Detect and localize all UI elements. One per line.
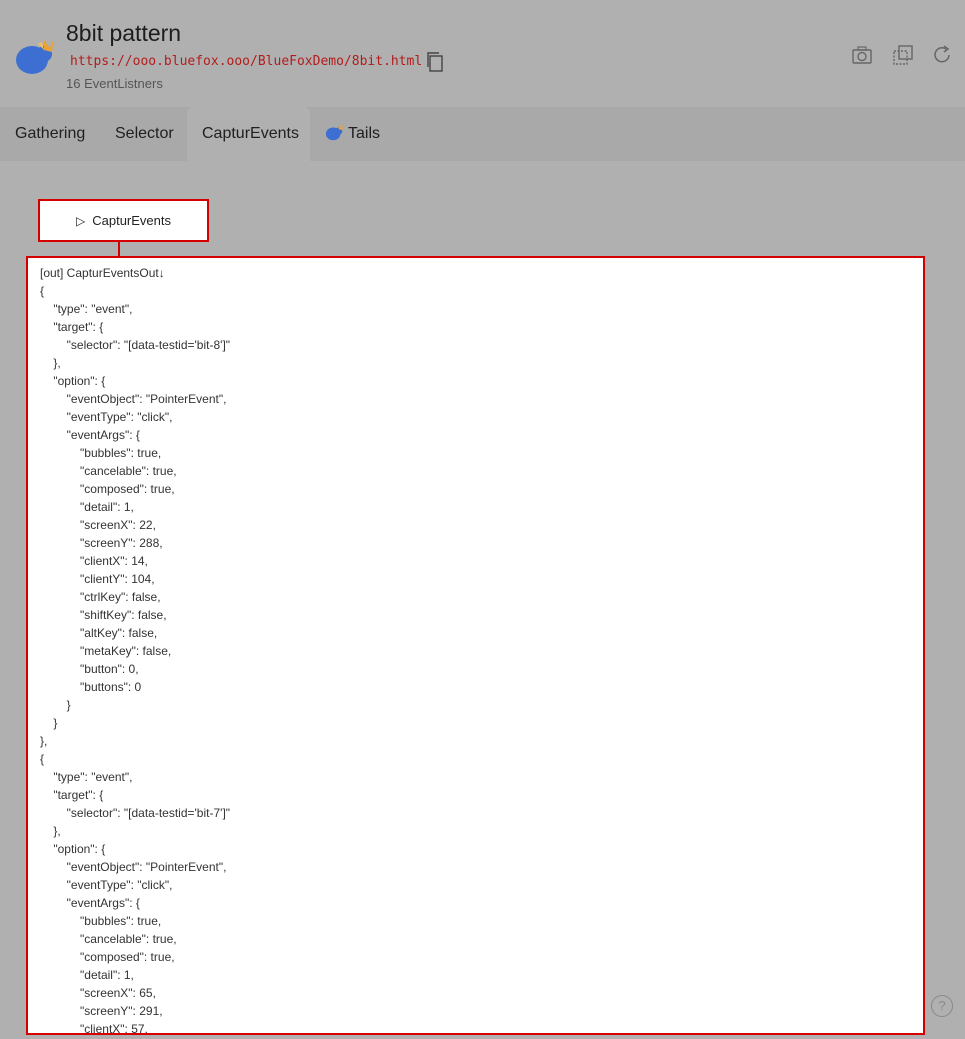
run-capturevents-button[interactable]: ▷ CapturEvents [38,199,209,242]
copy-icon[interactable] [426,52,444,72]
output-line: "composed": true, [40,950,175,964]
output-line: { [40,284,45,298]
play-icon: ▷ [76,213,86,228]
reload-icon[interactable] [931,44,953,66]
tab-selector[interactable]: Selector [100,107,189,161]
output-line: "buttons": 0 [40,680,142,694]
output-line: }, [40,356,61,370]
output-line: { [40,752,45,766]
output-line: "detail": 1, [40,968,134,982]
output-line: "clientY": 104, [40,572,155,586]
output-panel[interactable]: [out] CapturEventsOut↓ { "type": "event",… [26,256,925,1035]
output-line: "type": "event", [40,770,133,784]
tab-capturevents[interactable]: CapturEvents [187,107,310,161]
output-line: "eventObject": "PointerEvent", [40,392,227,406]
output-line: "bubbles": true, [40,446,162,460]
output-line: "screenX": 22, [40,518,156,532]
bluefox-logo-icon [16,38,54,74]
output-line: "option": { [40,374,106,388]
tab-label: Tails [348,125,381,142]
output-line: }, [40,734,48,748]
output-line: "cancelable": true, [40,932,177,946]
output-line: "eventObject": "PointerEvent", [40,860,227,874]
output-line: "target": { [40,788,104,802]
run-button-label: CapturEvents [92,213,171,228]
output-line: "option": { [40,842,106,856]
output-line: "eventType": "click", [40,410,173,424]
output-line: "screenY": 291, [40,1004,163,1018]
output-line: "eventArgs": { [40,428,140,442]
output-line: "composed": true, [40,482,175,496]
output-line: "detail": 1, [40,500,134,514]
output-line: "selector": "[data-testid='bit-7']" [40,806,231,820]
output-text: [out] CapturEventsOut↓ { "type": "event",… [28,258,923,1035]
output-line: "eventType": "click", [40,878,173,892]
output-line: "target": { [40,320,104,334]
tab-gathering[interactable]: Gathering [0,107,100,161]
output-line: "bubbles": true, [40,914,162,928]
output-line: "button": 0, [40,662,139,676]
output-line: } [40,716,58,730]
tab-label: CapturEvents [202,125,299,142]
output-line: "ctrlKey": false, [40,590,161,604]
output-line: "metaKey": false, [40,644,172,658]
output-line: "clientX": 57, [40,1022,148,1035]
output-line: "screenX": 65, [40,986,156,1000]
output-line: "cancelable": true, [40,464,177,478]
tab-bar: Gathering Selector CapturEvents Tails [0,107,965,161]
page-url: https://ooo.bluefox.ooo/BlueFoxDemo/8bit… [70,54,423,69]
output-line: "eventArgs": { [40,896,140,910]
page-title: 8bit pattern [66,20,182,46]
connector-line [118,242,120,256]
app-header: 8bit pattern https://ooo.bluefox.ooo/Blu… [0,0,965,106]
output-line: }, [40,824,61,838]
output-line: "clientX": 14, [40,554,148,568]
output-line: "type": "event", [40,302,133,316]
output-line: "screenY": 288, [40,536,163,550]
bluefox-logo-icon [325,124,344,141]
help-icon[interactable]: ? [931,995,953,1017]
output-line: } [40,698,71,712]
camera-icon[interactable] [851,44,873,66]
output-line: [out] CapturEventsOut↓ [40,266,165,280]
screenshot-select-icon[interactable] [892,44,914,66]
tab-label: Selector [115,125,174,142]
output-line: "shiftKey": false, [40,608,167,622]
output-line: "altKey": false, [40,626,158,640]
tab-label: Gathering [15,125,86,142]
output-line: "selector": "[data-testid='bit-8']" [40,338,231,352]
tab-tails[interactable]: Tails [310,107,395,161]
event-listener-count: 16 EventListners [66,76,163,91]
